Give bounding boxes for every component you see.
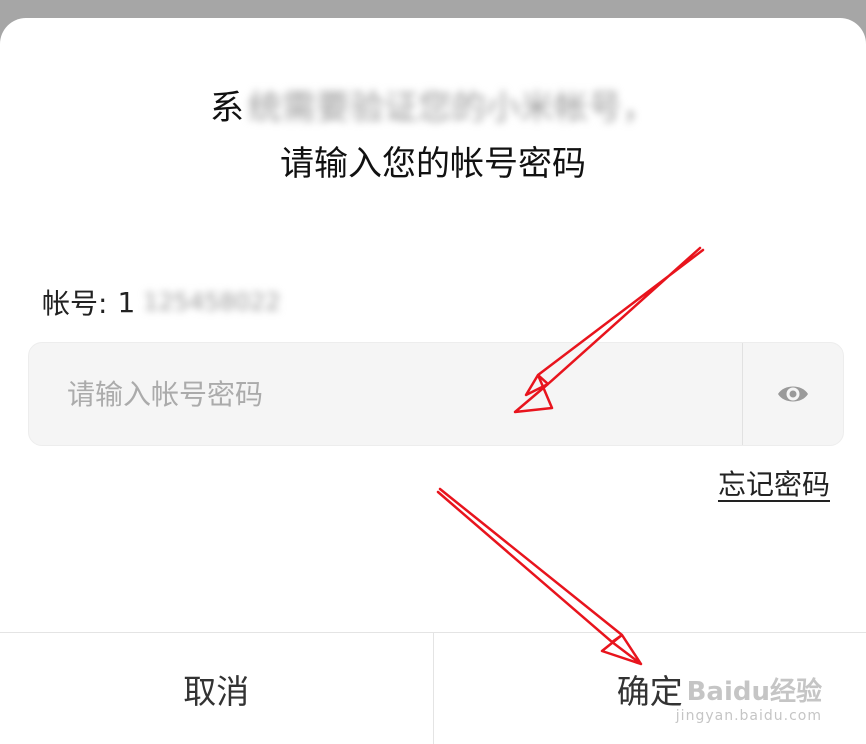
account-row: 帐号: 1 125458022 [42, 280, 281, 324]
password-field-container [28, 342, 844, 446]
verify-dialog: 系统需要验证您的小米帐号， 请输入您的帐号密码 帐号: 1 125458022 … [0, 18, 866, 744]
title-blurred-text: 统需要验证您的小米帐号， [248, 88, 656, 128]
eye-icon [778, 386, 808, 402]
password-input[interactable] [29, 343, 743, 445]
forgot-password-link[interactable]: 忘记密码 [718, 463, 830, 503]
title-visible-text: 系 [210, 88, 244, 128]
watermark-main: Baidu经验 [686, 677, 822, 707]
title-line-1: 系统需要验证您的小米帐号， [0, 80, 866, 136]
account-value-blurred: 125458022 [143, 288, 281, 316]
account-label: 帐号: [42, 287, 108, 320]
baidu-watermark: Baidu经验 jingyan.baidu.com [676, 671, 822, 724]
watermark-sub: jingyan.baidu.com [675, 708, 822, 724]
cancel-button[interactable]: 取消 [0, 633, 433, 744]
title-line-2: 请输入您的帐号密码 [280, 144, 586, 184]
password-visibility-toggle[interactable] [742, 343, 843, 445]
dialog-title: 系统需要验证您的小米帐号， 请输入您的帐号密码 [0, 80, 866, 192]
account-value-prefix: 1 [117, 285, 136, 319]
